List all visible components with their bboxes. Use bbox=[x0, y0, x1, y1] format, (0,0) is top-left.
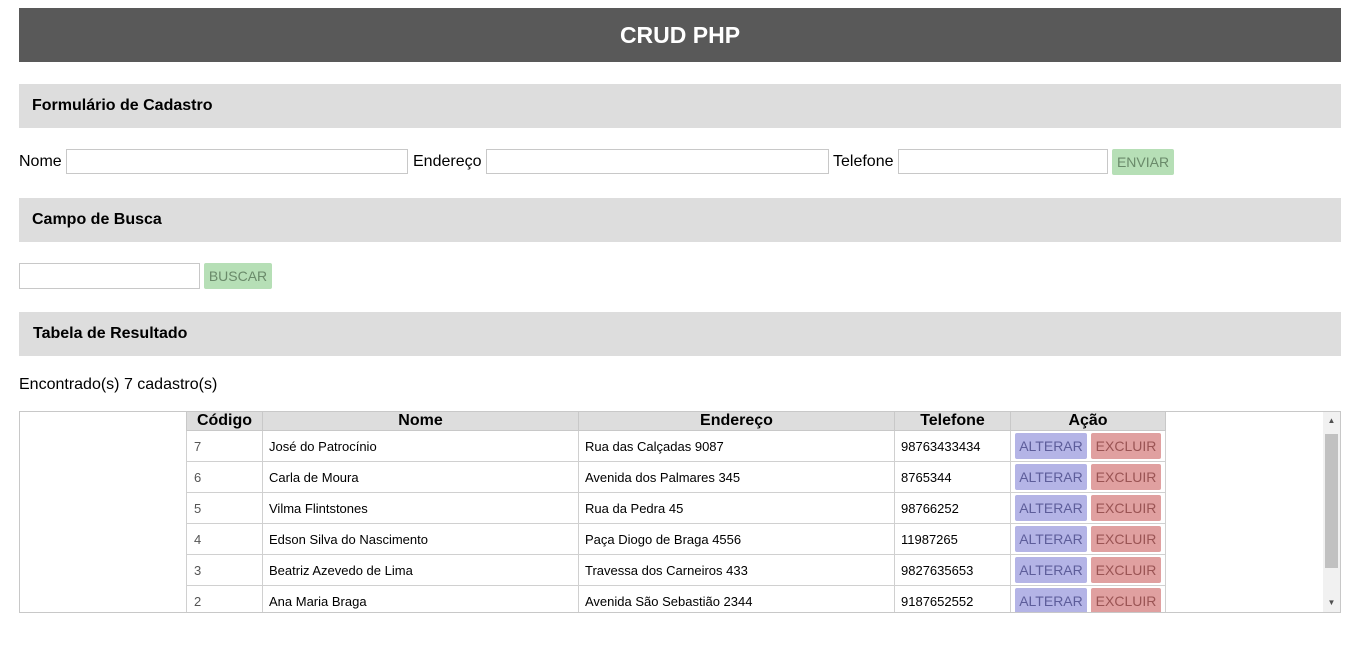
telefone-label: Telefone bbox=[833, 153, 894, 170]
table-scrollbar[interactable]: ▲ ▼ bbox=[1323, 412, 1340, 612]
excluir-button[interactable]: EXCLUIR bbox=[1091, 588, 1161, 612]
page-header: CRUD PHP bbox=[19, 8, 1341, 62]
column-header-endereco: Endereço bbox=[578, 412, 895, 431]
cell-nome: Vilma Flintstones bbox=[262, 492, 579, 524]
table-row: 6 Carla de Moura Avenida dos Palmares 34… bbox=[186, 461, 1166, 493]
alterar-button[interactable]: ALTERAR bbox=[1015, 526, 1087, 552]
page-title: CRUD PHP bbox=[619, 21, 741, 48]
alterar-button[interactable]: ALTERAR bbox=[1015, 557, 1087, 583]
cell-acao: ALTERAR EXCLUIR bbox=[1010, 585, 1166, 612]
excluir-button[interactable]: EXCLUIR bbox=[1091, 526, 1161, 552]
alterar-button[interactable]: ALTERAR bbox=[1015, 495, 1087, 521]
excluir-button[interactable]: EXCLUIR bbox=[1091, 433, 1161, 459]
results-section-bar: Tabela de Resultado bbox=[19, 312, 1341, 356]
table-row: 5 Vilma Flintstones Rua da Pedra 45 9876… bbox=[186, 492, 1166, 524]
table-row: 7 José do Patrocínio Rua das Calçadas 90… bbox=[186, 430, 1166, 462]
cell-acao: ALTERAR EXCLUIR bbox=[1010, 554, 1166, 586]
cell-endereco: Rua das Calçadas 9087 bbox=[578, 430, 895, 462]
column-header-nome: Nome bbox=[262, 412, 579, 431]
table-row: 4 Edson Silva do Nascimento Paça Diogo d… bbox=[186, 523, 1166, 555]
cell-telefone: 98766252 bbox=[894, 492, 1011, 524]
scroll-thumb[interactable] bbox=[1325, 434, 1338, 568]
results-table: Código Nome Endereço Telefone Ação 7 Jos… bbox=[186, 412, 1166, 612]
cell-codigo: 2 bbox=[186, 585, 263, 612]
results-table-container[interactable]: Código Nome Endereço Telefone Ação 7 Jos… bbox=[19, 411, 1341, 613]
cell-telefone: 8765344 bbox=[894, 461, 1011, 493]
cell-acao: ALTERAR EXCLUIR bbox=[1010, 461, 1166, 493]
alterar-button[interactable]: ALTERAR bbox=[1015, 464, 1087, 490]
search-section-title: Campo de Busca bbox=[32, 211, 162, 228]
cell-nome: José do Patrocínio bbox=[262, 430, 579, 462]
cell-acao: ALTERAR EXCLUIR bbox=[1010, 523, 1166, 555]
cell-codigo: 7 bbox=[186, 430, 263, 462]
nome-field[interactable] bbox=[66, 149, 408, 174]
alterar-button[interactable]: ALTERAR bbox=[1015, 588, 1087, 612]
table-row: 2 Ana Maria Braga Avenida São Sebastião … bbox=[186, 585, 1166, 612]
cell-telefone: 11987265 bbox=[894, 523, 1011, 555]
endereco-label: Endereço bbox=[413, 153, 482, 170]
cell-acao: ALTERAR EXCLUIR bbox=[1010, 492, 1166, 524]
cell-codigo: 5 bbox=[186, 492, 263, 524]
search-input[interactable] bbox=[19, 263, 200, 289]
excluir-button[interactable]: EXCLUIR bbox=[1091, 464, 1161, 490]
telefone-field[interactable] bbox=[898, 149, 1108, 174]
cell-endereco: Avenida dos Palmares 345 bbox=[578, 461, 895, 493]
cell-codigo: 4 bbox=[186, 523, 263, 555]
excluir-button[interactable]: EXCLUIR bbox=[1091, 557, 1161, 583]
cell-nome: Beatriz Azevedo de Lima bbox=[262, 554, 579, 586]
column-header-codigo: Código bbox=[186, 412, 263, 431]
alterar-button[interactable]: ALTERAR bbox=[1015, 433, 1087, 459]
cell-endereco: Avenida São Sebastião 2344 bbox=[578, 585, 895, 612]
table-row: 3 Beatriz Azevedo de Lima Travessa dos C… bbox=[186, 554, 1166, 586]
buscar-button[interactable]: BUSCAR bbox=[204, 263, 272, 289]
scroll-down-icon[interactable]: ▼ bbox=[1323, 598, 1340, 607]
enviar-button[interactable]: ENVIAR bbox=[1112, 149, 1174, 175]
cell-endereco: Rua da Pedra 45 bbox=[578, 492, 895, 524]
endereco-field[interactable] bbox=[486, 149, 829, 174]
cell-telefone: 9187652552 bbox=[894, 585, 1011, 612]
cell-telefone: 9827635653 bbox=[894, 554, 1011, 586]
cell-nome: Edson Silva do Nascimento bbox=[262, 523, 579, 555]
form-section-bar: Formulário de Cadastro bbox=[19, 84, 1341, 128]
results-section-title: Tabela de Resultado bbox=[33, 325, 188, 342]
cell-codigo: 6 bbox=[186, 461, 263, 493]
cell-telefone: 98763433434 bbox=[894, 430, 1011, 462]
nome-label: Nome bbox=[19, 153, 62, 170]
cell-nome: Carla de Moura bbox=[262, 461, 579, 493]
cell-endereco: Travessa dos Carneiros 433 bbox=[578, 554, 895, 586]
results-count: Encontrado(s) 7 cadastro(s) bbox=[19, 376, 218, 393]
cell-nome: Ana Maria Braga bbox=[262, 585, 579, 612]
scroll-up-icon[interactable]: ▲ bbox=[1323, 416, 1340, 425]
table-header-row: Código Nome Endereço Telefone Ação bbox=[186, 412, 1166, 431]
column-header-acao: Ação bbox=[1010, 412, 1166, 431]
search-section-bar: Campo de Busca bbox=[19, 198, 1341, 242]
cell-acao: ALTERAR EXCLUIR bbox=[1010, 430, 1166, 462]
excluir-button[interactable]: EXCLUIR bbox=[1091, 495, 1161, 521]
cell-endereco: Paça Diogo de Braga 4556 bbox=[578, 523, 895, 555]
cell-codigo: 3 bbox=[186, 554, 263, 586]
column-header-telefone: Telefone bbox=[894, 412, 1011, 431]
form-section-title: Formulário de Cadastro bbox=[32, 97, 213, 114]
